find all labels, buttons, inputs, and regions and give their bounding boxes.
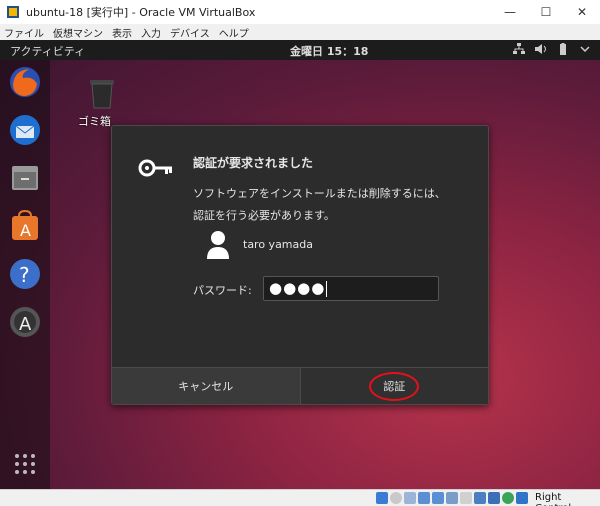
text-caret [326, 280, 328, 297]
software-center-icon[interactable]: A [7, 208, 43, 244]
password-field[interactable]: ●●●● [263, 276, 439, 301]
battery-icon [560, 43, 566, 55]
authenticate-button[interactable]: 認証 [300, 368, 488, 404]
dialog-message-line-2: 認証を行う必要があります。 [193, 209, 335, 222]
video-capture-icon[interactable] [474, 492, 486, 504]
trash-desktop-item[interactable] [80, 74, 124, 113]
dialog-message-line-1: ソフトウェアをインストールまたは削除するには、 [193, 187, 446, 200]
password-value: ●●●● [269, 279, 326, 297]
menu-bar: ファイル 仮想マシン 表示 入力 デバイス ヘルプ [0, 24, 600, 40]
harddisk-icon[interactable] [376, 492, 388, 504]
menu-machine[interactable]: 仮想マシン [53, 25, 103, 40]
key-icon [138, 159, 172, 177]
system-tray[interactable] [512, 42, 592, 56]
svg-text:A: A [19, 314, 32, 335]
dialog-button-row: キャンセル 認証 [112, 367, 488, 404]
cancel-button[interactable]: キャンセル [112, 368, 301, 404]
trash-label: ゴミ箱 [78, 115, 111, 128]
clock[interactable]: 金曜日 15：18 [290, 43, 368, 59]
firefox-icon[interactable] [7, 64, 43, 100]
network-adapter-icon[interactable] [418, 492, 430, 504]
red-highlight-circle [368, 372, 419, 401]
optical-drive-icon[interactable] [390, 492, 402, 504]
svg-text:A: A [20, 221, 31, 240]
menu-view[interactable]: 表示 [112, 25, 132, 40]
menu-file[interactable]: ファイル [4, 25, 44, 40]
authentication-dialog: 認証が要求されました ソフトウェアをインストールまたは削除するには、 認証を行う… [111, 125, 489, 405]
cancel-button-label: キャンセル [178, 380, 234, 393]
keyboard-capture-icon[interactable] [516, 492, 528, 504]
dialog-title: 認証が要求されました [193, 156, 314, 170]
svg-text:?: ? [19, 263, 30, 287]
host-key-label: Right Control [535, 492, 571, 506]
minimize-button[interactable]: — [492, 0, 528, 24]
window-title: ubuntu-18 [実行中] - Oracle VM VirtualBox [26, 6, 256, 19]
volume-icon [535, 44, 546, 54]
mouse-integration-icon[interactable] [502, 492, 514, 504]
maximize-button[interactable]: ☐ [528, 0, 564, 24]
menu-help[interactable]: ヘルプ [219, 25, 249, 40]
close-button[interactable]: ✕ [564, 0, 600, 24]
dialog-message: ソフトウェアをインストールまたは削除するには、 認証を行う必要があります。 [193, 183, 483, 227]
software-updater-icon[interactable]: A [7, 304, 43, 340]
user-avatar-icon [207, 231, 229, 259]
chevron-down-icon [580, 46, 590, 53]
ubuntu-top-bar: アクティビティ 金曜日 15：18 [0, 40, 600, 60]
trash-icon [90, 80, 114, 109]
window-titlebar: ubuntu-18 [実行中] - Oracle VM VirtualBox —… [0, 0, 600, 24]
network-icon [513, 43, 525, 54]
files-icon[interactable] [7, 160, 43, 196]
password-label: パスワード: [193, 284, 252, 297]
dock: A ? A [0, 60, 50, 489]
thunderbird-icon[interactable] [7, 112, 43, 148]
audio-icon[interactable] [404, 492, 416, 504]
virtualbox-logo-icon [7, 6, 19, 18]
menu-input[interactable]: 入力 [141, 25, 161, 40]
menu-devices[interactable]: デバイス [170, 25, 210, 40]
shared-folders-icon[interactable] [446, 492, 458, 504]
virtualization-icon[interactable] [488, 492, 500, 504]
help-icon[interactable]: ? [7, 256, 43, 292]
status-bar: Right Control [0, 489, 600, 506]
show-applications-icon[interactable] [13, 452, 37, 476]
user-name: taro yamada [243, 238, 313, 251]
usb-icon[interactable] [432, 492, 444, 504]
guest-screen: アクティビティ 金曜日 15：18 A ? A ゴミ箱 認証が要求されました ソ… [0, 40, 600, 489]
display-icon[interactable] [460, 492, 472, 504]
activities-button[interactable]: アクティビティ [10, 43, 85, 59]
